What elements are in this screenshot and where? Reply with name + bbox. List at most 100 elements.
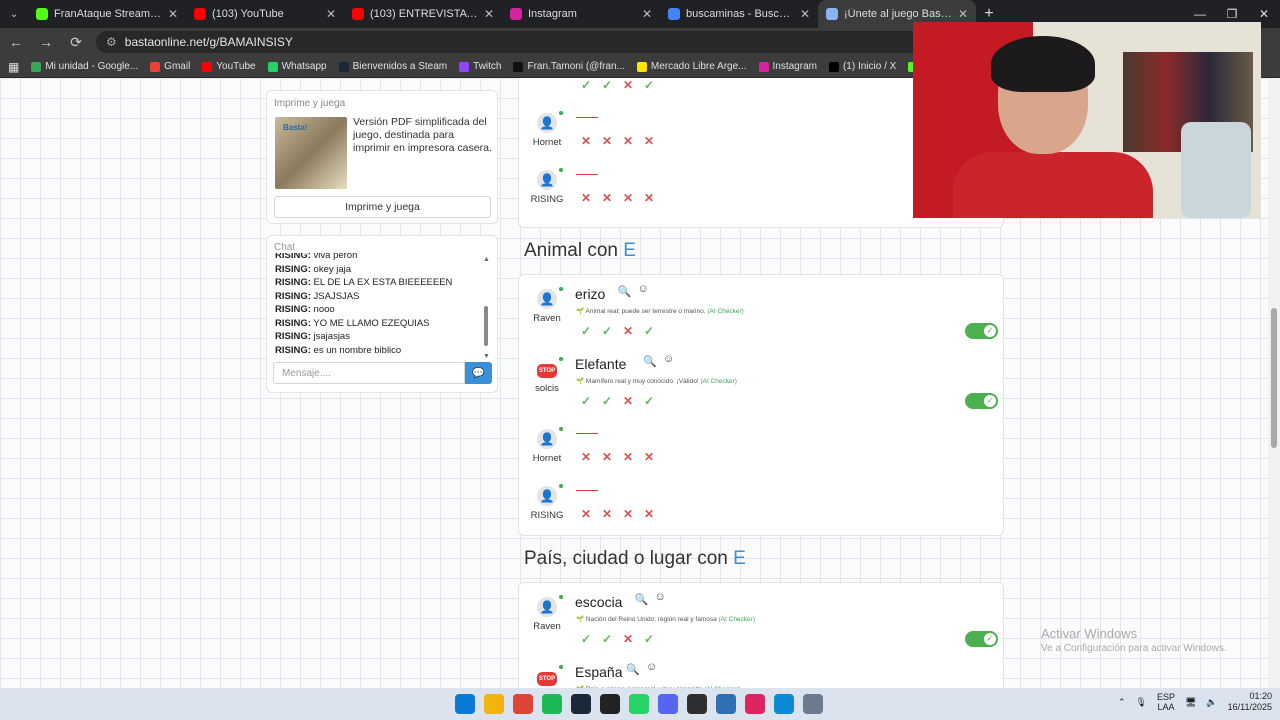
cross-icon[interactable]: ✕ <box>578 506 594 522</box>
tab-close-icon[interactable]: ✕ <box>800 7 810 21</box>
tray-chevron-icon[interactable]: ⌃ <box>1118 697 1126 708</box>
tab-close-icon[interactable]: ✕ <box>642 7 652 21</box>
check-icon[interactable]: ✓ <box>599 323 615 339</box>
search-icon[interactable]: 🔍 <box>635 593 649 606</box>
cross-icon[interactable]: ✕ <box>620 506 636 522</box>
valid-toggle[interactable] <box>965 631 998 647</box>
tab-search-button[interactable]: ⌄ <box>0 0 28 28</box>
cross-icon[interactable]: ✕ <box>620 631 636 647</box>
bookmark-8[interactable]: Instagram <box>758 61 817 72</box>
check-icon[interactable]: ✓ <box>641 631 657 647</box>
epic-icon[interactable] <box>600 694 620 714</box>
network-icon[interactable]: 🖥 <box>1185 697 1196 708</box>
cross-icon[interactable]: ✕ <box>641 190 657 206</box>
tab-close-icon[interactable]: ✕ <box>958 7 968 21</box>
search-icon[interactable]: 🔍 <box>626 663 640 676</box>
volume-icon[interactable]: 🔈 <box>1206 697 1217 708</box>
cross-icon[interactable]: ✕ <box>578 449 594 465</box>
whatsapp-icon[interactable] <box>629 694 649 714</box>
steam-icon[interactable] <box>571 694 591 714</box>
edge-icon[interactable] <box>774 694 794 714</box>
cross-icon[interactable]: ✕ <box>620 449 636 465</box>
emoji-icon[interactable]: ☺ <box>646 661 657 673</box>
notes-icon[interactable] <box>716 694 736 714</box>
chat-send-button[interactable]: 💬 <box>465 362 492 384</box>
page-scrollbar[interactable] <box>1268 78 1280 688</box>
search-icon[interactable]: 🔍 <box>643 355 657 368</box>
cross-icon[interactable]: ✕ <box>620 323 636 339</box>
bookmark-5[interactable]: Twitch <box>459 61 501 72</box>
tab-1[interactable]: (103) YouTube ✕ <box>186 0 344 28</box>
valid-toggle[interactable] <box>965 393 998 409</box>
cross-icon[interactable]: ✕ <box>641 449 657 465</box>
bookmark-9[interactable]: (1) Inicio / X <box>828 61 896 72</box>
cross-icon[interactable]: ✕ <box>599 449 615 465</box>
emoji-icon[interactable]: ☺ <box>663 353 674 365</box>
chat-log[interactable]: RISING: viva peron RISING: okey jaja RISIN… <box>275 253 475 357</box>
print-button[interactable]: Imprime y juega <box>274 196 491 218</box>
emoji-icon[interactable]: ☺ <box>655 591 666 603</box>
chat-scroll-thumb[interactable] <box>484 306 488 346</box>
check-icon[interactable]: ✓ <box>599 78 615 93</box>
scroll-up-icon[interactable]: ▲ <box>483 256 490 263</box>
discord-icon[interactable] <box>658 694 678 714</box>
tab-close-icon[interactable]: ✕ <box>168 7 178 21</box>
cross-icon[interactable]: ✕ <box>641 133 657 149</box>
site-info-icon[interactable]: ⚙ <box>106 35 117 49</box>
check-icon[interactable]: ✓ <box>641 323 657 339</box>
new-tab-button[interactable]: + <box>976 5 1002 23</box>
check-icon[interactable]: ✓ <box>599 393 615 409</box>
cross-icon[interactable]: ✕ <box>641 506 657 522</box>
page-scroll-thumb[interactable] <box>1271 308 1277 448</box>
tab-close-icon[interactable]: ✕ <box>484 7 494 21</box>
tab-3[interactable]: Instagram ✕ <box>502 0 660 28</box>
capcut-icon[interactable] <box>745 694 765 714</box>
language-indicator[interactable]: ESP LAA <box>1157 692 1175 712</box>
cross-icon[interactable]: ✕ <box>620 78 636 93</box>
explorer-icon[interactable] <box>484 694 504 714</box>
spotify-icon[interactable] <box>542 694 562 714</box>
check-icon[interactable]: ✓ <box>578 631 594 647</box>
bookmark-3[interactable]: Whatsapp <box>267 61 327 72</box>
cross-icon[interactable]: ✕ <box>599 190 615 206</box>
settings-icon[interactable] <box>803 694 823 714</box>
url-field[interactable]: ⚙ bastaonline.net/g/BAMAINSISY <box>96 31 956 53</box>
tab-close-icon[interactable]: ✕ <box>326 7 336 21</box>
forward-button[interactable]: → <box>36 34 56 50</box>
apps-icon[interactable]: ▦ <box>8 60 19 74</box>
check-icon[interactable]: ✓ <box>641 78 657 93</box>
obs-icon[interactable] <box>687 694 707 714</box>
reload-button[interactable]: ⟳ <box>66 34 86 51</box>
bookmark-4[interactable]: Bienvenidos a Steam <box>338 61 447 72</box>
bookmark-0[interactable]: Mi unidad - Google... <box>31 61 138 72</box>
valid-toggle[interactable] <box>965 323 998 339</box>
bookmark-2[interactable]: YouTube <box>202 61 256 72</box>
bookmark-7[interactable]: Mercado Libre Arge... <box>636 61 747 72</box>
bookmark-6[interactable]: Fran.Tamoni (@fran... <box>513 61 625 72</box>
cross-icon[interactable]: ✕ <box>599 133 615 149</box>
clock[interactable]: 01:20 16/11/2025 <box>1228 691 1272 713</box>
tab-4[interactable]: buscaminas - Buscar con Google ✕ <box>660 0 818 28</box>
check-icon[interactable]: ✓ <box>578 323 594 339</box>
mic-icon[interactable]: 🎙 <box>1136 697 1147 708</box>
cross-icon[interactable]: ✕ <box>620 190 636 206</box>
search-icon[interactable]: 🔍 <box>618 285 632 298</box>
tab-0[interactable]: FranAtaque Stream - Watch Live ✕ <box>28 0 186 28</box>
chrome-icon[interactable] <box>513 694 533 714</box>
scroll-down-icon[interactable]: ▼ <box>483 353 490 360</box>
back-button[interactable]: ← <box>6 34 26 50</box>
check-icon[interactable]: ✓ <box>641 393 657 409</box>
tab-2[interactable]: (103) ENTREVISTA Y RETOS EN ✕ <box>344 0 502 28</box>
chat-scrollbar[interactable]: ▲ ▼ <box>483 256 490 360</box>
windows-icon[interactable] <box>455 694 475 714</box>
bookmark-1[interactable]: Gmail <box>150 61 190 72</box>
check-icon[interactable]: ✓ <box>578 393 594 409</box>
chat-input[interactable]: Mensaje.... <box>273 362 465 384</box>
cross-icon[interactable]: ✕ <box>578 133 594 149</box>
check-icon[interactable]: ✓ <box>578 78 594 93</box>
check-icon[interactable]: ✓ <box>599 631 615 647</box>
cross-icon[interactable]: ✕ <box>620 393 636 409</box>
cross-icon[interactable]: ✕ <box>620 133 636 149</box>
emoji-icon[interactable]: ☺ <box>638 283 649 295</box>
cross-icon[interactable]: ✕ <box>599 506 615 522</box>
